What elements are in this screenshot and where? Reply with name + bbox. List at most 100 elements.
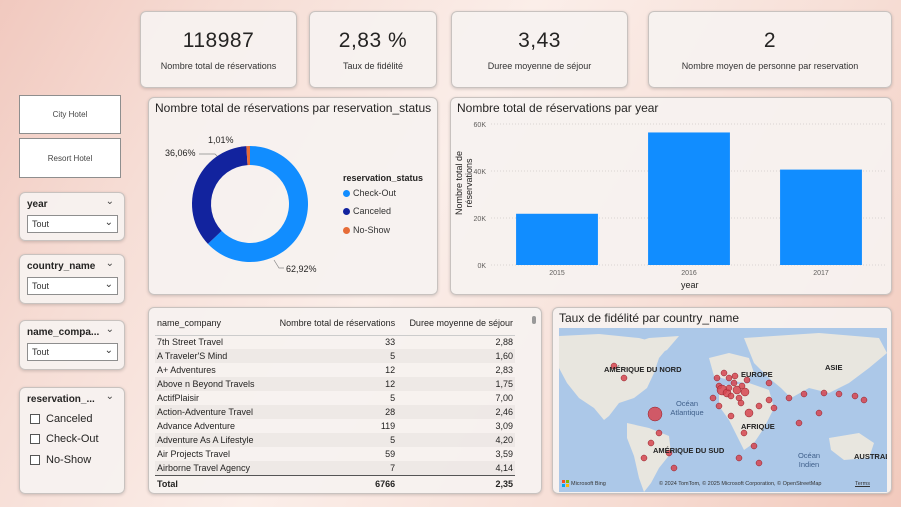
checkbox-label: Check-Out <box>46 433 99 445</box>
status-donut-card: Nombre total de réservations par reserva… <box>148 97 438 295</box>
map-marker[interactable] <box>647 406 663 422</box>
chevron-down-icon[interactable]: ⌄ <box>106 391 114 402</box>
year-dropdown[interactable]: Tout ⌄ <box>27 215 118 233</box>
legend-title: reservation_status <box>343 173 424 183</box>
map-marker[interactable] <box>720 369 728 377</box>
map-marker[interactable] <box>860 396 868 404</box>
x-tick-label: 2016 <box>681 270 697 277</box>
world-map[interactable]: AMÉRIQUE DU NORD EUROPE ASIE AFRIQUE AMÉ… <box>559 328 887 492</box>
checkbox-box[interactable] <box>30 434 40 444</box>
continent-label: AMÉRIQUE DU NORD <box>604 365 682 374</box>
city-hotel-button[interactable]: City Hotel <box>19 95 121 134</box>
map-terms-link[interactable]: Terms <box>855 481 870 487</box>
chevron-down-icon: ⌄ <box>104 279 113 290</box>
map-marker[interactable] <box>640 454 648 462</box>
map-marker[interactable] <box>770 404 778 412</box>
table-row[interactable]: A Traveler'S Mind 5 1,60 <box>155 349 515 363</box>
chevron-down-icon[interactable]: ⌄ <box>106 196 114 207</box>
bar-2016[interactable] <box>648 132 730 265</box>
checkbox-canceled[interactable]: Canceled <box>30 413 92 425</box>
map-marker[interactable] <box>731 372 739 380</box>
column-header-reservations[interactable]: Nombre total de réservations <box>266 316 398 336</box>
chevron-down-icon: ⌄ <box>104 217 113 228</box>
map-marker[interactable] <box>755 402 763 410</box>
checkbox-box[interactable] <box>30 414 40 424</box>
cell-reservations: 59 <box>385 449 396 459</box>
map-marker[interactable] <box>755 459 763 467</box>
donut-label-canceled: 36,06% <box>165 148 196 158</box>
map-marker[interactable] <box>851 392 859 400</box>
table-scrollbar[interactable] <box>531 316 537 486</box>
continent-label: AUSTRAL <box>854 452 887 461</box>
table-row[interactable]: 7th Street Travel 33 2,88 <box>155 335 515 349</box>
map-marker[interactable] <box>750 442 758 450</box>
map-marker[interactable] <box>820 389 828 397</box>
checkbox-check-out[interactable]: Check-Out <box>30 433 99 445</box>
map-marker[interactable] <box>795 419 803 427</box>
legend-label: Check-Out <box>353 188 397 198</box>
map-marker[interactable] <box>713 374 721 382</box>
legend-swatch <box>343 189 350 197</box>
map-marker[interactable] <box>725 384 733 392</box>
legend-item-check-out[interactable]: Check-Out <box>343 188 396 198</box>
country-map-card: Taux de fidélité par country_name AMÉRIQ… <box>552 307 892 494</box>
column-header-stay[interactable]: Duree moyenne de séjour <box>397 316 515 336</box>
map-marker[interactable] <box>815 409 823 417</box>
map-marker[interactable] <box>800 390 808 398</box>
map-marker[interactable] <box>727 412 735 420</box>
cell-reservations: 33 <box>385 337 396 348</box>
scrollbar-thumb[interactable] <box>532 316 536 324</box>
bar-2017[interactable] <box>780 169 862 265</box>
map-marker[interactable] <box>709 394 717 402</box>
map-marker[interactable] <box>725 374 733 382</box>
map-markers <box>610 362 868 472</box>
checkbox-no-show[interactable]: No-Show <box>30 454 91 466</box>
chevron-down-icon[interactable]: ⌄ <box>106 258 114 269</box>
table-row[interactable]: Airborne Travel Agency 7 4,14 <box>155 461 515 475</box>
table-row[interactable]: A+ Adventures 12 2,83 <box>155 363 515 377</box>
cell-company: A Traveler'S Mind <box>155 349 267 363</box>
cell-reservations: 5 <box>266 349 398 363</box>
map-marker[interactable] <box>655 429 663 437</box>
table-row[interactable]: Adventure As A Lifestyle 5 4,20 <box>155 433 515 447</box>
bar-2015[interactable] <box>516 213 598 265</box>
cell-stay: 1,60 <box>397 349 515 363</box>
donut-slice-canceled[interactable] <box>192 146 248 244</box>
map-marker[interactable] <box>620 374 628 382</box>
continent-label: AFRIQUE <box>741 422 775 431</box>
map-marker[interactable] <box>744 408 754 418</box>
map-marker[interactable] <box>727 392 735 400</box>
cell-stay: 3,59 <box>495 449 513 459</box>
table-row[interactable]: ActifPlaisir 5 7,00 <box>155 391 515 405</box>
legend-item-canceled[interactable]: Canceled <box>343 206 391 216</box>
country-dropdown[interactable]: Tout ⌄ <box>27 277 118 295</box>
chevron-down-icon[interactable]: ⌄ <box>106 324 114 335</box>
table-row[interactable]: Air Projects Travel 59 3,59 <box>155 447 515 461</box>
checkbox-box[interactable] <box>30 455 40 465</box>
legend-item-no-show[interactable]: No-Show <box>343 225 390 235</box>
slicer-title: reservation_... <box>27 394 95 405</box>
continent-label: ASIE <box>825 363 843 372</box>
table-row[interactable]: Above n Beyond Travels 12 1,75 <box>155 377 515 391</box>
map-marker[interactable] <box>765 379 773 387</box>
y-axis-title: Nombre total de réservations <box>454 150 474 216</box>
map-marker[interactable] <box>785 394 793 402</box>
column-header-company[interactable]: name_company <box>155 316 267 336</box>
map-marker[interactable] <box>765 396 773 404</box>
resort-hotel-button[interactable]: Resort Hotel <box>19 138 121 178</box>
cell-company: Adventure As A Lifestyle <box>155 433 267 447</box>
map-marker[interactable] <box>715 402 723 410</box>
map-marker[interactable] <box>737 399 745 407</box>
table-row[interactable]: Advance Adventure 119 3,09 <box>155 419 515 433</box>
company-dropdown[interactable]: Tout ⌄ <box>27 343 118 361</box>
dropdown-value: Tout <box>32 281 50 291</box>
x-tick-label: 2017 <box>813 270 829 277</box>
map-marker[interactable] <box>670 464 678 472</box>
legend-swatch <box>343 226 350 234</box>
map-marker[interactable] <box>835 390 843 398</box>
map-marker[interactable] <box>735 454 743 462</box>
map-marker[interactable] <box>740 387 750 397</box>
table-row[interactable]: Action-Adventure Travel 28 2,46 <box>155 405 515 419</box>
checkbox-label: Canceled <box>46 413 93 425</box>
map-marker[interactable] <box>730 379 738 387</box>
